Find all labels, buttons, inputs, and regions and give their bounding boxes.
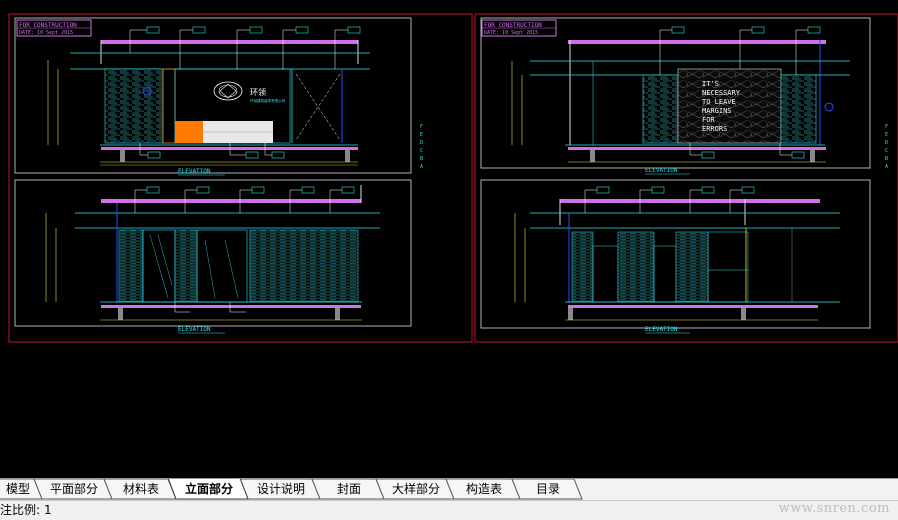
svg-text:FOR: FOR bbox=[702, 116, 715, 124]
elevation-title: ELEVATION bbox=[645, 326, 678, 333]
stamp-text: FOR CONSTRUCTION bbox=[19, 22, 77, 29]
logo-subtext: 环领建筑装饰有限公司 bbox=[250, 98, 285, 103]
svg-text:A: A bbox=[420, 164, 423, 170]
svg-text:TO LEAVE: TO LEAVE bbox=[702, 98, 736, 106]
svg-text:B: B bbox=[420, 156, 423, 162]
elevation-bottom-left[interactable]: ELEVATION bbox=[14, 179, 412, 334]
elevation-title: ELEVATION bbox=[645, 167, 678, 174]
elevation-title: ELEVATION bbox=[178, 326, 211, 333]
svg-text:NECESSARY: NECESSARY bbox=[702, 89, 741, 97]
stamp-date: DATE: 10 Sept 2015 bbox=[19, 30, 73, 36]
svg-text:B: B bbox=[885, 156, 888, 162]
tab-materials[interactable]: 材料表 bbox=[112, 479, 170, 499]
svg-text:F: F bbox=[420, 124, 423, 130]
svg-text:C: C bbox=[885, 148, 888, 154]
scale-label: 注比例: bbox=[0, 503, 41, 517]
tab-details[interactable]: 大样部分 bbox=[384, 479, 448, 499]
tab-model[interactable]: 模型 bbox=[0, 479, 36, 499]
svg-text:ERRORS: ERRORS bbox=[702, 125, 727, 133]
svg-text:A: A bbox=[885, 164, 888, 170]
elevation-title: ELEVATION bbox=[178, 168, 211, 175]
tab-construction[interactable]: 构造表 bbox=[454, 479, 514, 499]
scale-value[interactable]: 1 bbox=[44, 502, 52, 519]
svg-text:D: D bbox=[885, 140, 888, 146]
stamp-text: FOR CONSTRUCTION bbox=[484, 22, 542, 29]
status-bar: 注比例: 1 bbox=[0, 500, 898, 520]
svg-text:F: F bbox=[885, 124, 888, 130]
logo-text: 环领 bbox=[250, 87, 266, 97]
elevation-bottom-right[interactable]: ELEVATION bbox=[480, 179, 871, 334]
elevation-top-right[interactable]: FOR CONSTRUCTION DATE: 10 Sept 2015 IT'S… bbox=[480, 17, 871, 175]
svg-text:IT'S: IT'S bbox=[702, 80, 719, 88]
svg-text:MARGINS: MARGINS bbox=[702, 107, 732, 115]
tab-contents[interactable]: 目录 bbox=[520, 479, 576, 499]
svg-text:E: E bbox=[885, 132, 888, 138]
watermark-text: www.snren.com bbox=[778, 501, 890, 516]
tab-design-notes[interactable]: 设计说明 bbox=[248, 479, 314, 499]
stamp-date: DATE: 10 Sept 2015 bbox=[484, 30, 538, 36]
svg-text:C: C bbox=[420, 148, 423, 154]
svg-text:E: E bbox=[420, 132, 423, 138]
tab-cover[interactable]: 封面 bbox=[320, 479, 378, 499]
elevation-top-left[interactable]: FOR CONSTRUCTION DATE: 10 Sept 2015 环领 环… bbox=[14, 17, 412, 176]
logo-graphic: 环领 环领建筑装饰有限公司 bbox=[213, 81, 285, 103]
svg-text:D: D bbox=[420, 140, 423, 146]
tab-plan[interactable]: 平面部分 bbox=[42, 479, 106, 499]
layout-tab-bar: 模型 平面部分 材料表 立面部分 设计说明 封面 大样部分 构造表 目录 bbox=[0, 478, 898, 501]
tab-elevation[interactable]: 立面部分 bbox=[176, 479, 242, 499]
drawing-canvas[interactable]: FOR CONSTRUCTION DATE: 10 Sept 2015 环领 环… bbox=[0, 0, 898, 478]
